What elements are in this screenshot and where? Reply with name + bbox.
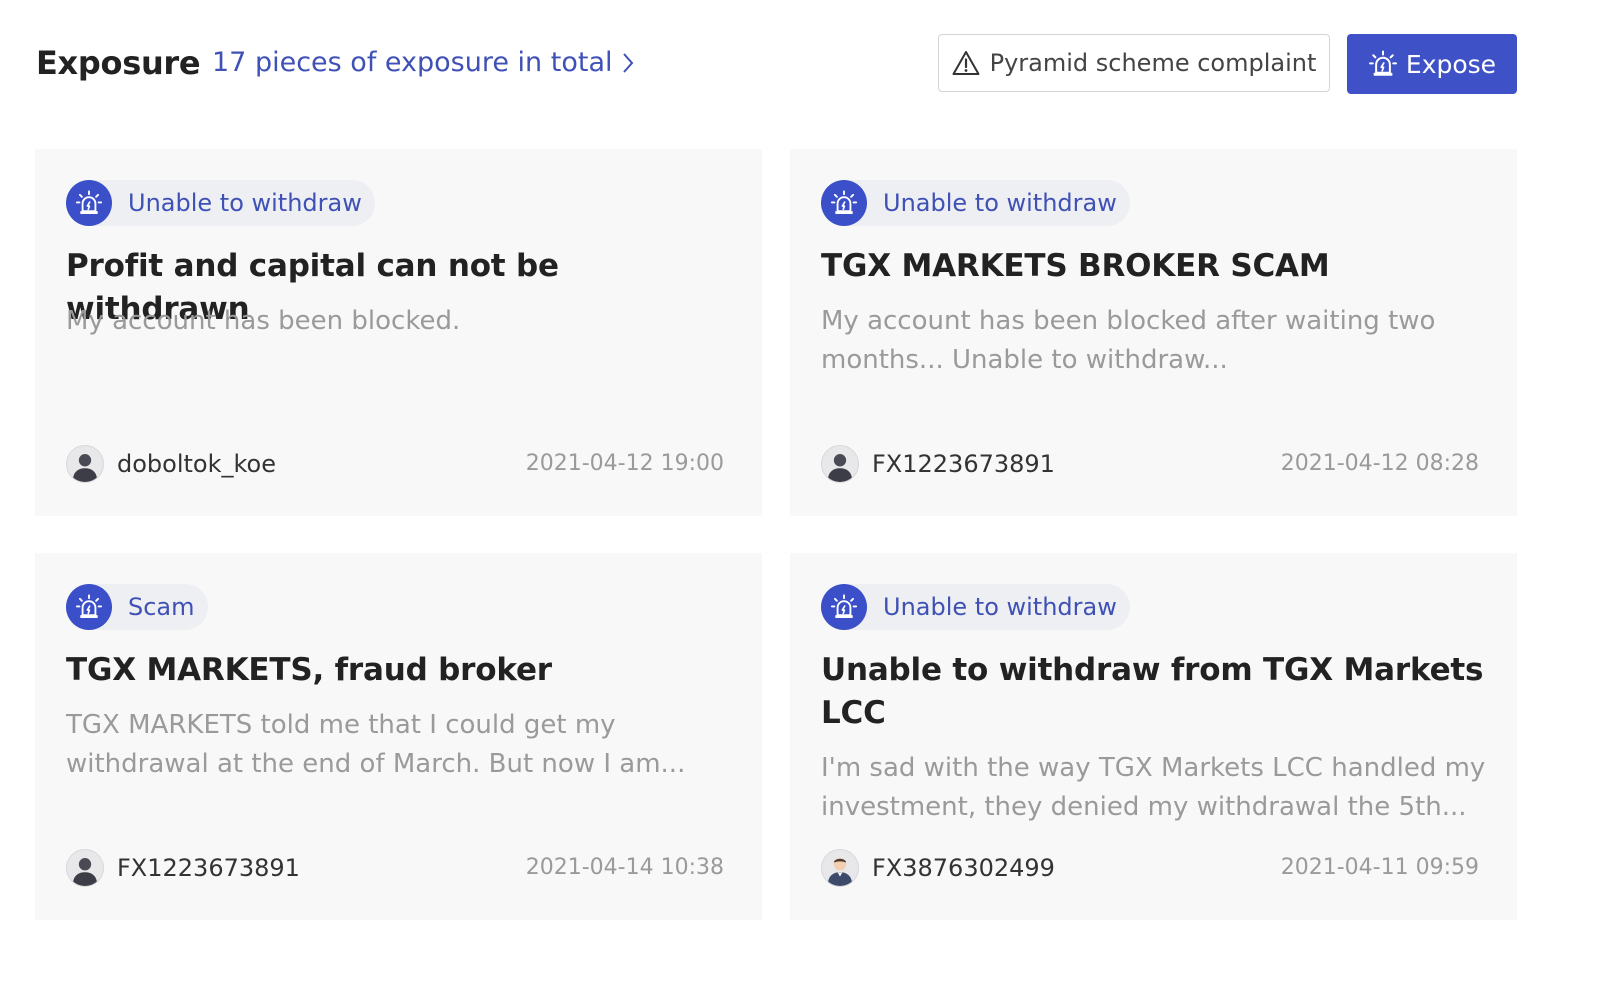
expose-button-label: Expose xyxy=(1405,49,1497,79)
user-avatar-icon xyxy=(66,849,104,887)
post-date: 2021-04-12 08:28 xyxy=(1280,451,1479,476)
category-tag[interactable]: Unable to withdraw xyxy=(821,180,1130,226)
tag-label: Unable to withdraw xyxy=(883,593,1117,621)
username: doboltok_koe xyxy=(117,450,276,478)
card-author[interactable]: FX1223673891 xyxy=(821,445,1055,483)
card-author[interactable]: FX1223673891 xyxy=(66,849,300,887)
page-header: Exposure 17 pieces of exposure in total … xyxy=(36,34,1517,94)
exposure-card[interactable]: Unable to withdraw Profit and capital ca… xyxy=(35,149,762,516)
total-exposure-link[interactable]: 17 pieces of exposure in total xyxy=(212,47,635,78)
alarm-siren-icon xyxy=(821,584,867,630)
warning-triangle-icon xyxy=(952,51,980,75)
exposure-card[interactable]: Unable to withdraw Unable to withdraw fr… xyxy=(790,553,1517,920)
tag-label: Unable to withdraw xyxy=(128,189,362,217)
card-author[interactable]: FX3876302499 xyxy=(821,849,1055,887)
post-date: 2021-04-12 19:00 xyxy=(525,451,724,476)
card-title[interactable]: TGX MARKETS, fraud broker xyxy=(66,649,736,692)
card-description: TGX MARKETS told me that I could get my … xyxy=(66,710,686,779)
post-date: 2021-04-14 10:38 xyxy=(525,855,724,880)
tag-label: Unable to withdraw xyxy=(883,189,1117,217)
category-tag[interactable]: Scam xyxy=(66,584,208,630)
complaint-button-label: Pyramid scheme complaint xyxy=(989,49,1317,77)
username: FX3876302499 xyxy=(872,854,1055,882)
alarm-siren-icon xyxy=(66,584,112,630)
pyramid-scheme-complaint-button[interactable]: Pyramid scheme complaint xyxy=(938,34,1330,92)
user-avatar-icon xyxy=(66,445,104,483)
category-tag[interactable]: Unable to withdraw xyxy=(821,584,1130,630)
user-avatar-icon xyxy=(821,849,859,887)
expose-button[interactable]: Expose xyxy=(1347,34,1517,94)
post-date: 2021-04-11 09:59 xyxy=(1280,855,1479,880)
username: FX1223673891 xyxy=(117,854,300,882)
chevron-right-icon xyxy=(622,52,633,73)
username: FX1223673891 xyxy=(872,450,1055,478)
card-author[interactable]: doboltok_koe xyxy=(66,445,276,483)
card-title[interactable]: Unable to withdraw from TGX Markets LCC xyxy=(821,649,1491,735)
exposure-card[interactable]: Scam TGX MARKETS, fraud broker TGX MARKE… xyxy=(35,553,762,920)
user-avatar-icon xyxy=(821,445,859,483)
tag-label: Scam xyxy=(128,593,195,621)
category-tag[interactable]: Unable to withdraw xyxy=(66,180,375,226)
card-description: My account has been blocked after waitin… xyxy=(821,306,1436,375)
card-title[interactable]: TGX MARKETS BROKER SCAM xyxy=(821,245,1491,288)
exposure-card[interactable]: Unable to withdraw TGX MARKETS BROKER SC… xyxy=(790,149,1517,516)
card-description: My account has been blocked. xyxy=(66,306,461,336)
alarm-siren-icon xyxy=(821,180,867,226)
total-exposure-label: 17 pieces of exposure in total xyxy=(212,47,613,78)
alarm-siren-icon xyxy=(66,180,112,226)
page-title: Exposure xyxy=(36,44,201,82)
card-description: I'm sad with the way TGX Markets LCC han… xyxy=(821,753,1486,822)
alarm-siren-icon xyxy=(1368,49,1398,79)
